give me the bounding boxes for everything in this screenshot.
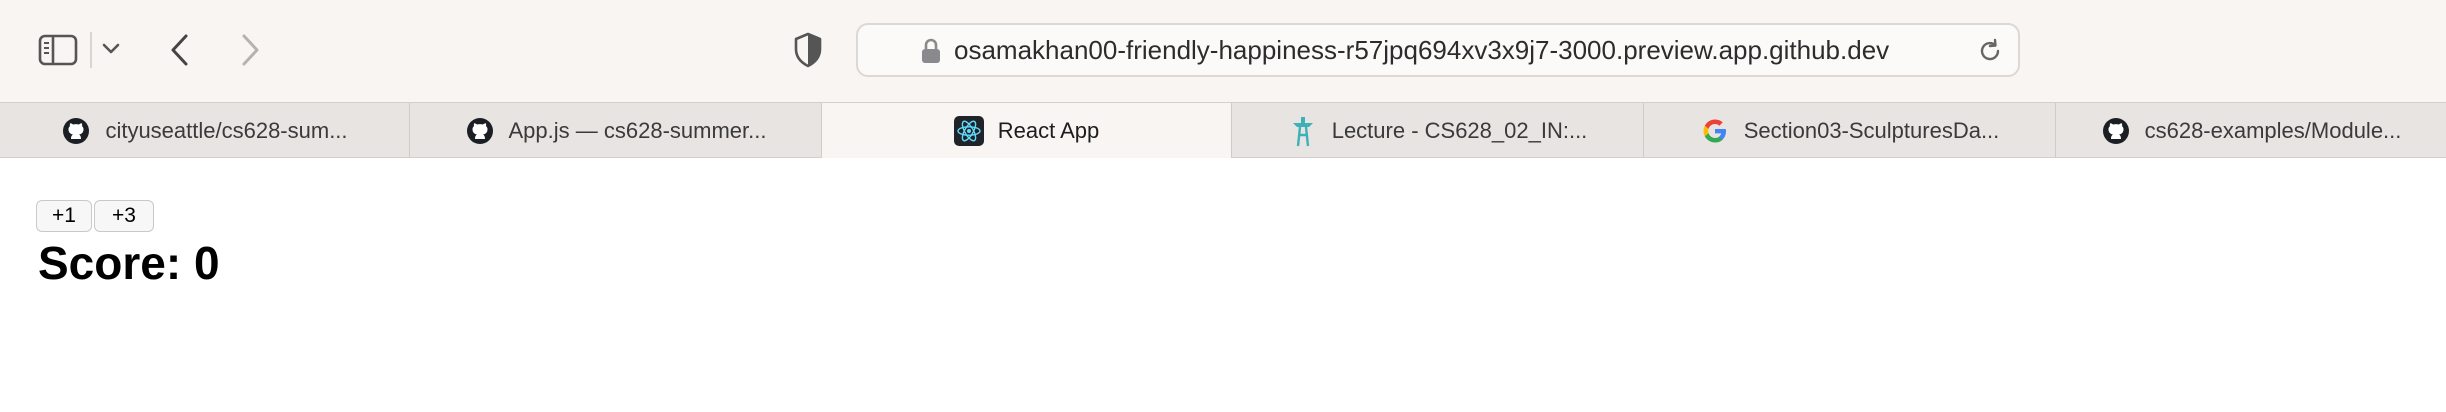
reload-icon[interactable] [1976, 37, 2004, 65]
chevron-right-icon [242, 34, 259, 66]
chevron-down-icon [102, 43, 120, 54]
plus-three-button[interactable]: +3 [94, 200, 154, 232]
privacy-report-button[interactable] [790, 30, 826, 70]
page-content: +1 +3 Score: 0 [0, 158, 2446, 412]
chevron-left-icon [171, 34, 188, 66]
back-button[interactable] [160, 28, 200, 72]
tab-section03[interactable]: Section03-SculpturesDa... [1644, 103, 2056, 158]
tab-label: App.js — cs628-summer... [508, 117, 767, 143]
sidebar-icon [38, 34, 78, 66]
browser-toolbar: osamakhan00-friendly-happiness-r57jpq694… [0, 0, 2446, 102]
tab-label: React App [997, 118, 1100, 143]
plus-one-button[interactable]: +1 [36, 200, 92, 232]
tab-lecture[interactable]: Lecture - CS628_02_IN:... [1232, 103, 1644, 158]
tab-label: cityuseattle/cs628-sum... [105, 117, 348, 143]
lock-icon [922, 38, 940, 63]
sidebar-toggle-button[interactable] [36, 30, 80, 70]
github-icon [61, 116, 91, 146]
tab-label: cs628-examples/Module... [2144, 117, 2402, 143]
shield-icon [794, 32, 822, 68]
tab-bar: cityuseattle/cs628-sum... App.js — cs628… [0, 102, 2446, 159]
tab-app-js[interactable]: App.js — cs628-summer... [410, 103, 822, 158]
toolbar-divider [90, 32, 92, 68]
github-icon [465, 116, 495, 146]
url-text: osamakhan00-friendly-happiness-r57jpq694… [954, 35, 1890, 65]
tab-label: Section03-SculpturesDa... [1743, 117, 2000, 143]
space-needle-icon [1288, 116, 1318, 146]
google-icon [1700, 116, 1730, 146]
address-bar[interactable]: osamakhan00-friendly-happiness-r57jpq694… [856, 23, 2020, 77]
react-icon [953, 116, 984, 146]
github-icon [2101, 116, 2131, 146]
tab-label: Lecture - CS628_02_IN:... [1331, 117, 1588, 143]
tab-group-menu-button[interactable] [98, 36, 124, 62]
tab-react-app[interactable]: React App [822, 103, 1232, 159]
score-heading: Score: 0 [38, 237, 220, 289]
tab-cityuseattle[interactable]: cityuseattle/cs628-sum... [0, 103, 410, 158]
forward-button[interactable] [230, 28, 270, 72]
tab-cs628-examples[interactable]: cs628-examples/Module... [2056, 103, 2446, 158]
